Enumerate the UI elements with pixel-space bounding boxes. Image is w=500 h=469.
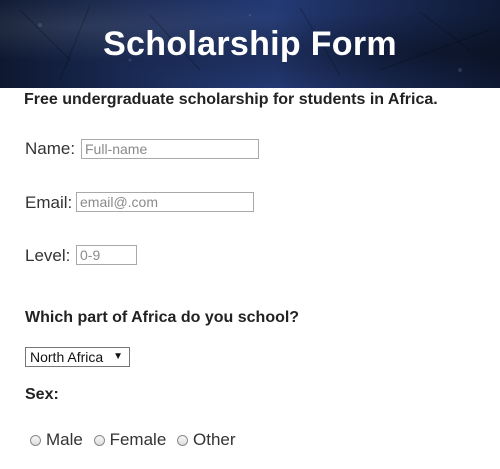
email-label: Email: [25, 193, 73, 212]
level-input[interactable] [76, 245, 137, 265]
intro-text: Free undergraduate scholarship for stude… [24, 91, 438, 108]
radio-male[interactable]: Male [30, 430, 83, 450]
page-title: Scholarship Form [103, 25, 397, 63]
radio-other-label: Other [193, 430, 236, 449]
radio-male-label: Male [46, 430, 83, 449]
name-input[interactable] [81, 139, 259, 159]
radio-female[interactable]: Female [93, 430, 167, 450]
radio-circle-icon[interactable] [93, 434, 105, 446]
sex-question: Sex: [25, 386, 59, 403]
radio-circle-icon[interactable] [177, 434, 189, 446]
email-input[interactable] [76, 192, 254, 212]
region-question: Which part of Africa do you school? [25, 309, 300, 326]
region-select-value: North Africa [30, 349, 104, 365]
sex-radio-group: Male Female Other [30, 430, 242, 451]
name-label: Name: [25, 139, 76, 158]
radio-female-label: Female [109, 430, 167, 449]
level-label: Level: [25, 246, 71, 265]
radio-circle-icon[interactable] [30, 434, 41, 446]
dropdown-caret-icon: ▼ [113, 351, 123, 362]
region-select[interactable]: North Africa ▼ [25, 347, 130, 367]
scholarship-form-page: Scholarship Form Free undergraduate scho… [0, 0, 500, 469]
radio-other[interactable]: Other [177, 430, 236, 450]
header-banner: Scholarship Form [0, 0, 500, 88]
